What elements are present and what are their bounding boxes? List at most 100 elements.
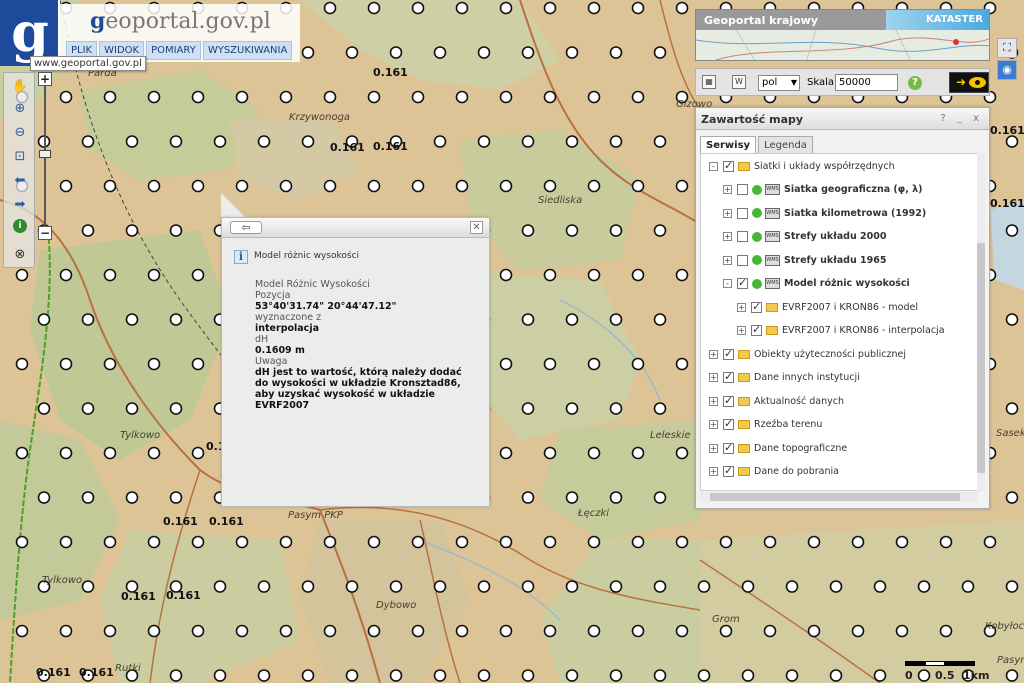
sample-point[interactable] (807, 624, 821, 638)
sample-point[interactable] (323, 1, 337, 15)
sample-point[interactable] (15, 624, 29, 638)
sample-point[interactable] (609, 313, 623, 326)
sample-point[interactable] (37, 491, 51, 504)
sample-point[interactable] (499, 179, 513, 193)
sample-point[interactable] (565, 313, 579, 326)
layer-checkbox[interactable] (723, 159, 734, 172)
sample-point[interactable] (81, 491, 95, 504)
sample-point[interactable] (1005, 313, 1019, 326)
sample-point[interactable] (675, 357, 689, 371)
sample-point[interactable] (587, 90, 601, 104)
sample-point[interactable] (565, 669, 579, 682)
layer-row[interactable]: + Aktualność danych (709, 392, 844, 410)
sample-point[interactable] (411, 90, 425, 104)
sample-point[interactable] (191, 624, 205, 638)
sample-point[interactable] (477, 135, 491, 148)
sample-point[interactable] (301, 46, 315, 59)
sample-point[interactable] (345, 46, 359, 59)
sample-point[interactable] (1005, 669, 1019, 682)
sample-point[interactable] (763, 535, 777, 549)
sample-point[interactable] (125, 135, 139, 148)
horizontal-scrollbar[interactable] (700, 492, 978, 502)
sample-point[interactable] (279, 624, 293, 638)
collapse-icon[interactable]: - (723, 279, 732, 288)
sample-point[interactable] (653, 402, 667, 415)
info-icon[interactable]: i (13, 219, 27, 233)
layer-checkbox[interactable] (737, 276, 748, 289)
sample-point[interactable] (917, 580, 931, 593)
sample-point[interactable] (741, 669, 755, 682)
sample-point[interactable] (433, 46, 447, 59)
sample-point[interactable] (631, 1, 645, 15)
sample-point[interactable] (543, 535, 557, 549)
scroll-thumb[interactable] (977, 243, 985, 473)
sample-point[interactable] (543, 1, 557, 15)
expand-icon[interactable]: + (737, 326, 746, 335)
sample-point[interactable] (389, 669, 403, 682)
sample-point[interactable] (147, 535, 161, 549)
sample-point[interactable] (169, 135, 183, 148)
sample-point[interactable] (191, 179, 205, 193)
sample-point[interactable] (565, 135, 579, 148)
layer-row[interactable]: + EVRF2007 i KRON86 - model (737, 298, 918, 316)
layer-checkbox[interactable] (723, 417, 734, 430)
layer-checkbox[interactable] (723, 347, 734, 360)
wms-icon[interactable]: W (732, 75, 746, 89)
sample-point[interactable] (543, 446, 557, 460)
sample-point[interactable] (1005, 580, 1019, 593)
layer-row[interactable]: + WMS Strefy układu 1965 (723, 251, 886, 269)
expand-icon[interactable]: + (723, 232, 732, 241)
sample-point[interactable] (455, 1, 469, 15)
help-icon[interactable]: ? (908, 76, 922, 90)
sample-point[interactable] (213, 135, 227, 148)
sample-point[interactable] (389, 580, 403, 593)
sample-point[interactable] (301, 669, 315, 682)
sample-point[interactable] (301, 135, 315, 148)
sample-point[interactable] (719, 624, 733, 638)
layer-checkbox[interactable] (723, 394, 734, 407)
sample-point[interactable] (675, 446, 689, 460)
sample-point[interactable] (983, 535, 997, 549)
layer-checkbox[interactable] (737, 231, 748, 242)
fullscreen-icon[interactable]: ⛶ (997, 38, 1017, 58)
sample-point[interactable] (1005, 491, 1019, 504)
sample-point[interactable] (59, 179, 73, 193)
clear-icon[interactable]: ⊗ (11, 245, 29, 263)
overview-tab-national[interactable]: Geoportal krajowy (696, 10, 886, 30)
zoom-plus-button[interactable]: + (38, 72, 52, 86)
sample-point[interactable] (147, 90, 161, 104)
scale-input[interactable] (835, 74, 898, 91)
sample-point[interactable] (323, 179, 337, 193)
layer-row[interactable]: + Dane innych instytucji (709, 369, 860, 387)
expand-icon[interactable]: + (723, 185, 732, 194)
sample-point[interactable] (631, 446, 645, 460)
zoom-minus-button[interactable]: − (38, 226, 52, 240)
sample-point[interactable] (543, 357, 557, 371)
layer-checkbox[interactable] (723, 464, 734, 477)
sample-point[interactable] (587, 179, 601, 193)
sample-point[interactable] (543, 624, 557, 638)
sample-point[interactable] (125, 402, 139, 415)
sample-point[interactable] (697, 580, 711, 593)
sample-point[interactable] (521, 402, 535, 415)
sample-point[interactable] (521, 491, 535, 504)
sample-point[interactable] (191, 90, 205, 104)
sample-point[interactable] (169, 491, 183, 504)
sample-point[interactable] (939, 624, 953, 638)
sample-point[interactable] (257, 580, 271, 593)
sample-point[interactable] (631, 535, 645, 549)
expand-icon[interactable]: + (709, 443, 718, 453)
sample-point[interactable] (587, 446, 601, 460)
sample-point[interactable] (103, 179, 117, 193)
layer-checkbox[interactable] (723, 489, 734, 490)
sample-point[interactable] (455, 179, 469, 193)
sample-point[interactable] (411, 535, 425, 549)
layer-row[interactable]: + Obiekty użyteczności publicznej (709, 345, 906, 363)
sample-point[interactable] (631, 90, 645, 104)
sample-point[interactable] (499, 90, 513, 104)
sample-point[interactable] (235, 624, 249, 638)
sample-point[interactable] (191, 535, 205, 549)
sample-point[interactable] (169, 224, 183, 237)
sample-point[interactable] (169, 402, 183, 415)
sample-point[interactable] (499, 624, 513, 638)
